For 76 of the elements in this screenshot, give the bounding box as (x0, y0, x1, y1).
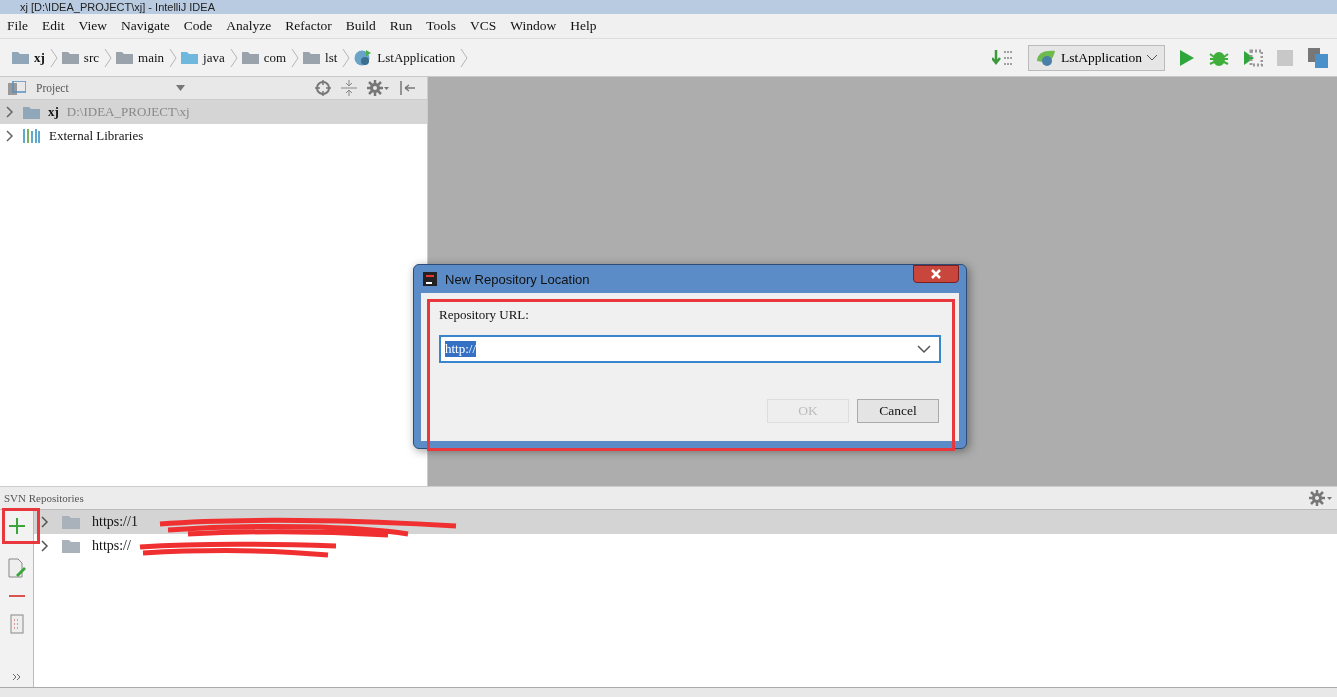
structure-icon[interactable] (1307, 46, 1329, 69)
tree-row[interactable]: External Libraries (0, 124, 427, 148)
folder-icon (12, 51, 29, 64)
chevron-icon (291, 47, 300, 68)
document-icon[interactable] (9, 614, 24, 634)
remove-icon[interactable] (8, 594, 25, 598)
chevron-icon (49, 47, 58, 68)
menu-item[interactable]: Edit (42, 18, 65, 34)
dropdown-icon[interactable] (176, 85, 185, 91)
class-icon (354, 48, 373, 67)
menu-item[interactable]: Help (570, 18, 597, 34)
expand-icon[interactable] (40, 540, 50, 552)
close-button[interactable] (913, 265, 959, 283)
sort-icon[interactable] (992, 47, 1014, 68)
library-icon (23, 129, 41, 143)
menu-item[interactable]: Build (345, 18, 376, 34)
menu-item[interactable]: Window (510, 18, 557, 34)
menu-item[interactable]: Run (389, 18, 413, 34)
folder-icon (23, 105, 40, 119)
menu-item[interactable]: VCS (470, 18, 497, 34)
repository-row[interactable]: https:// (34, 534, 1337, 558)
expand-icon[interactable] (5, 106, 15, 118)
app-icon (423, 272, 437, 286)
dialog-title: New Repository Location (445, 271, 590, 287)
folder-icon (181, 51, 198, 64)
close-icon (931, 269, 941, 279)
breadcrumb-item[interactable]: main (138, 49, 164, 66)
folder-icon (241, 51, 259, 64)
run-icon[interactable] (1179, 48, 1195, 67)
folder-icon (62, 515, 80, 529)
project-icon (8, 81, 26, 95)
menu-item[interactable]: File (7, 18, 28, 34)
settings-icon[interactable] (367, 80, 389, 96)
coverage-icon[interactable] (1243, 47, 1263, 68)
panel-title[interactable]: Project (36, 82, 166, 94)
breadcrumb-item[interactable]: xj (34, 49, 45, 66)
chevron-icon (460, 47, 469, 68)
menu-item[interactable]: Navigate (120, 18, 170, 34)
panel-title: SVN Repositories (4, 492, 84, 504)
menu-item[interactable]: Code (183, 18, 213, 34)
plus-icon (8, 518, 25, 534)
spring-icon (1035, 48, 1057, 67)
menu-item[interactable]: Tools (426, 18, 456, 34)
collapse-icon[interactable] (341, 80, 357, 96)
folder-icon (116, 51, 133, 64)
breadcrumb-item[interactable]: LstApplication (377, 49, 456, 66)
cancel-button[interactable]: Cancel (857, 399, 939, 423)
chevron-icon (229, 47, 238, 68)
caret-icon[interactable] (917, 344, 931, 354)
chevron-icon (169, 47, 177, 68)
menu-item[interactable]: View (78, 18, 107, 34)
url-field[interactable]: http:// (439, 335, 941, 363)
field-label: Repository URL: (439, 307, 530, 323)
tree-row[interactable]: xj D:\IDEA_PROJECT\xj (0, 100, 427, 124)
menu-item[interactable]: Refactor (285, 18, 332, 34)
chevron-icon (342, 47, 351, 68)
menu-item[interactable]: Analyze (226, 18, 272, 34)
highlight-frame (2, 508, 40, 544)
expand-icon[interactable] (40, 516, 50, 528)
folder-icon (62, 539, 80, 553)
settings-icon[interactable] (1309, 490, 1333, 506)
more-icon[interactable] (11, 673, 22, 681)
locate-icon[interactable] (315, 80, 331, 96)
chevron-icon (104, 47, 112, 68)
breadcrumb-item[interactable]: src (83, 49, 99, 66)
run-config-dropdown[interactable]: LstApplication (1028, 44, 1165, 71)
edit-icon[interactable] (7, 558, 26, 578)
breadcrumb-item[interactable]: lst (325, 49, 338, 66)
expand-icon[interactable] (5, 130, 15, 142)
caret-icon (1146, 53, 1158, 62)
folder-icon (303, 51, 321, 64)
window-title: xj [D:\IDEA_PROJECT\xj] - IntelliJ IDEA (20, 0, 215, 14)
hide-icon[interactable] (399, 80, 415, 96)
folder-icon (61, 51, 79, 64)
breadcrumb-item[interactable]: com (263, 49, 287, 66)
breadcrumb-item[interactable]: java (203, 49, 225, 66)
